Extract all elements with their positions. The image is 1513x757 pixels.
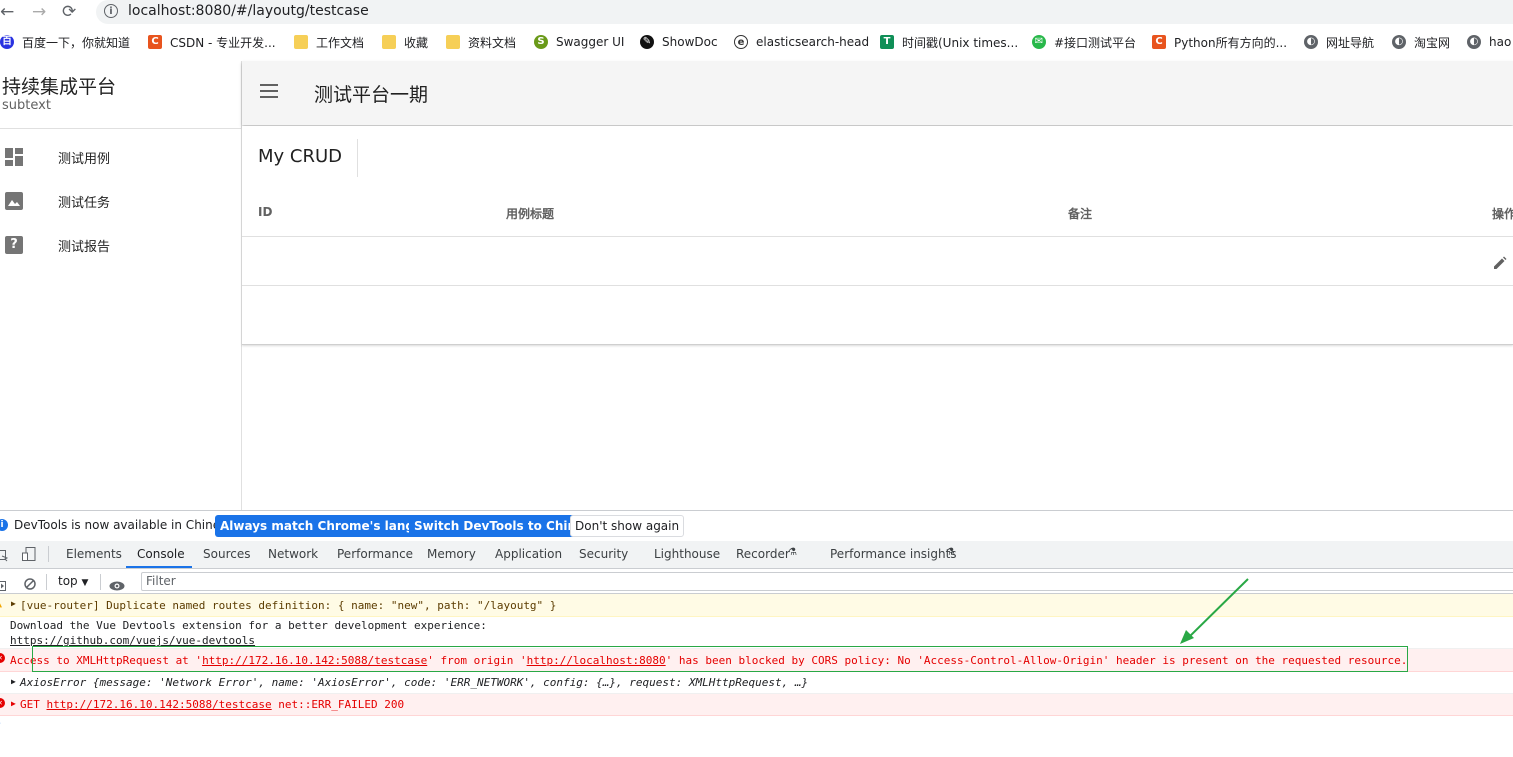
- console-get-error-row[interactable]: ✕ ▶ GET http://172.16.10.142:5088/testca…: [0, 694, 1513, 716]
- bookmark-hao[interactable]: ◐ hao: [1467, 30, 1511, 54]
- toolbar-separator: [100, 574, 101, 590]
- bookmark-baidu[interactable]: 百百度一下，你就知道: [0, 30, 130, 54]
- context-selector[interactable]: top ▼: [58, 574, 88, 588]
- eye-icon[interactable]: [109, 576, 125, 591]
- sidebar-toggle-icon[interactable]: [0, 576, 6, 591]
- console-axios-error-row[interactable]: ▶ AxiosError {message: 'Network Error', …: [0, 672, 1513, 694]
- bookmark-python[interactable]: C Python所有方向的...: [1152, 30, 1287, 54]
- column-header-actions: 操作: [1492, 207, 1513, 221]
- back-icon[interactable]: ←: [0, 2, 14, 22]
- tab-separator: [48, 546, 49, 562]
- flask-icon: ⚗: [788, 547, 797, 558]
- app-subtitle: subtext: [2, 98, 51, 113]
- elasticsearch-icon: e: [734, 35, 748, 49]
- bookmark-elasticsearch[interactable]: e elasticsearch-head: [734, 30, 869, 54]
- console-prompt-icon[interactable]: ›: [0, 718, 1, 729]
- bookmark-work-docs[interactable]: 工作文档: [294, 30, 364, 54]
- tab-network[interactable]: Network: [268, 547, 318, 561]
- folder-icon: [446, 35, 460, 49]
- folder-icon: [382, 35, 396, 49]
- tab-console[interactable]: Console: [137, 547, 185, 561]
- globe-icon: ◐: [1304, 35, 1318, 49]
- bookmark-reference-docs[interactable]: 资料文档: [446, 30, 516, 54]
- tab-security[interactable]: Security: [579, 547, 628, 561]
- globe-icon: ◐: [1467, 35, 1481, 49]
- header-title: 测试平台一期: [314, 84, 429, 106]
- tab-performance-insights[interactable]: Performance insights: [830, 547, 957, 561]
- table-row-divider: [242, 285, 1513, 286]
- sidebar-item-label: 测试任务: [58, 196, 111, 211]
- bookmark-timestamp[interactable]: T 时间戳(Unix times...: [880, 30, 1018, 54]
- timestamp-icon: T: [880, 35, 894, 49]
- globe-icon: ◐: [1392, 35, 1406, 49]
- expand-triangle-icon[interactable]: ▶: [11, 599, 16, 608]
- swagger-icon: S: [534, 35, 548, 49]
- edit-icon[interactable]: [1493, 255, 1507, 269]
- tab-application[interactable]: Application: [495, 547, 562, 561]
- sidebar-item-test-reports[interactable]: [0, 222, 241, 266]
- sidebar-item-label: 测试报告: [58, 240, 111, 255]
- error-icon: ✕: [0, 698, 5, 708]
- csdn-icon: C: [1152, 35, 1166, 49]
- image-icon: [5, 192, 23, 210]
- console-warning-row[interactable]: ▲ ▶ [vue-router] Duplicate named routes …: [0, 594, 1513, 617]
- dropdown-triangle-icon: ▼: [81, 578, 89, 588]
- sidebar-item-test-cases[interactable]: [0, 134, 241, 178]
- tab-sources[interactable]: Sources: [203, 547, 250, 561]
- bookmark-nav-site[interactable]: ◐ 网址导航: [1304, 30, 1374, 54]
- expand-triangle-icon[interactable]: ▶: [11, 677, 16, 686]
- tab-elements[interactable]: Elements: [66, 547, 122, 561]
- annotation-highlight-box: [32, 646, 1408, 672]
- column-header-id[interactable]: ID: [258, 205, 272, 219]
- baidu-icon: 百: [0, 35, 14, 49]
- url-text[interactable]: localhost:8080/#/layoutg/testcase: [128, 2, 369, 20]
- notice-text: DevTools is now available in Chinese!: [14, 518, 239, 532]
- tab-lighthouse[interactable]: Lighthouse: [654, 547, 720, 561]
- bookmarks-bar: 百百度一下，你就知道 C CSDN - 专业开发... 工作文档 收藏 资料文档 …: [0, 30, 1513, 54]
- bookmark-showdoc[interactable]: ✎ ShowDoc: [640, 30, 718, 54]
- help-icon: ?: [5, 236, 23, 254]
- bookmark-favorites[interactable]: 收藏: [382, 30, 428, 54]
- toolbar-separator: [46, 574, 47, 590]
- get-request-url-link[interactable]: http://172.16.10.142:5088/testcase: [47, 698, 272, 711]
- expand-triangle-icon[interactable]: ▶: [11, 699, 16, 708]
- console-filter-input[interactable]: Filter: [141, 572, 1513, 591]
- warning-icon: ▲: [0, 599, 2, 610]
- folder-icon: [294, 35, 308, 49]
- sidebar-item-label: 测试用例: [58, 152, 111, 167]
- app-title: 持续集成平台: [2, 76, 117, 98]
- inspect-element-icon[interactable]: [0, 547, 9, 562]
- showdoc-icon: ✎: [640, 35, 654, 49]
- bookmark-swagger[interactable]: S Swagger UI: [534, 30, 624, 54]
- bookmark-api-platform[interactable]: ✉ #接口测试平台: [1032, 30, 1136, 54]
- console-info-row: Download the Vue Devtools extension for …: [0, 617, 1513, 649]
- dont-show-again-button[interactable]: Don't show again: [570, 515, 685, 537]
- app-header: [242, 61, 1513, 125]
- wechat-icon: ✉: [1032, 35, 1046, 49]
- forward-icon[interactable]: →: [32, 2, 46, 22]
- sidebar-divider: [0, 128, 241, 129]
- flask-icon: ⚗: [946, 547, 955, 558]
- site-info-icon[interactable]: i: [104, 4, 118, 18]
- active-tab-indicator: [126, 566, 192, 568]
- annotation-arrow: [1176, 576, 1252, 646]
- menu-icon[interactable]: [260, 84, 278, 100]
- card-title: My CRUD: [258, 146, 343, 167]
- clear-console-icon[interactable]: [24, 575, 36, 590]
- tab-performance[interactable]: Performance: [337, 547, 413, 561]
- tab-memory[interactable]: Memory: [427, 547, 476, 561]
- reload-icon[interactable]: ⟳: [62, 2, 76, 22]
- tab-recorder[interactable]: Recorder: [736, 547, 790, 561]
- sidebar-item-test-tasks[interactable]: [0, 178, 241, 222]
- bookmark-taobao[interactable]: ◐ 淘宝网: [1392, 30, 1450, 54]
- csdn-icon: C: [148, 35, 162, 49]
- device-toolbar-icon[interactable]: [22, 546, 36, 561]
- error-icon: ✕: [0, 653, 5, 663]
- card-title-divider: [357, 139, 358, 177]
- bookmark-csdn[interactable]: C CSDN - 专业开发...: [148, 30, 276, 54]
- table-header-divider: [242, 236, 1513, 237]
- dashboard-icon: [5, 148, 23, 166]
- column-header-remark[interactable]: 备注: [1068, 205, 1092, 222]
- column-header-title[interactable]: 用例标题: [506, 205, 554, 222]
